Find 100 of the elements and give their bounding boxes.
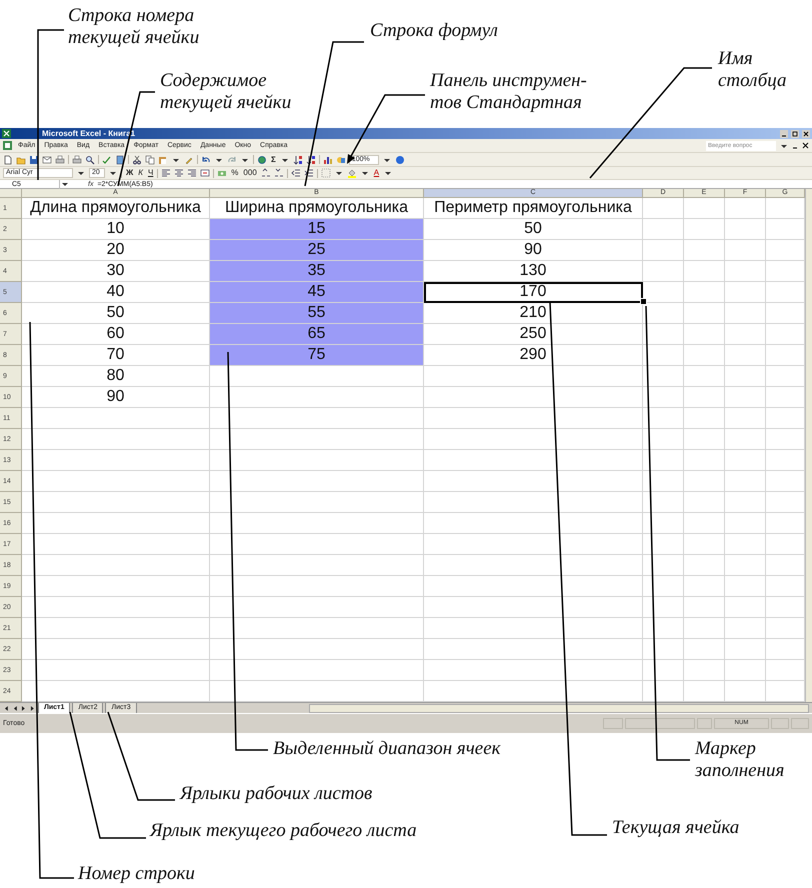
table-cell — [766, 387, 805, 408]
table-cell — [766, 366, 805, 387]
table-cell: 90 — [424, 240, 643, 261]
table-cell: 45 — [210, 282, 424, 303]
horizontal-scrollbar[interactable] — [308, 704, 809, 712]
undo-icon[interactable] — [201, 154, 211, 164]
table-cell — [766, 324, 805, 345]
font-color-button[interactable]: A — [372, 168, 380, 178]
annotation-label: Ярлык текущего рабочего листа — [150, 820, 417, 842]
table-cell — [643, 429, 684, 450]
indent-increase-icon[interactable] — [304, 168, 314, 178]
close-icon[interactable] — [802, 142, 809, 149]
table-cell — [725, 345, 766, 366]
scissors-icon[interactable] — [132, 154, 142, 164]
table-cell — [725, 387, 766, 408]
minimize-icon[interactable] — [780, 130, 788, 138]
table-cell — [766, 555, 805, 576]
table-cell — [766, 198, 805, 219]
table-cell — [766, 450, 805, 471]
vertical-scrollbar[interactable] — [805, 189, 812, 702]
table-cell — [725, 660, 766, 681]
table-cell: 15 — [210, 219, 424, 240]
table-cell — [643, 219, 684, 240]
table-cell — [684, 534, 725, 555]
book-icon[interactable] — [115, 154, 125, 164]
copy-icon[interactable] — [145, 154, 155, 164]
annotation-label: Имя столбца — [718, 48, 786, 92]
table-cell — [684, 429, 725, 450]
table-cell — [643, 345, 684, 366]
table-cell — [725, 471, 766, 492]
maximize-icon[interactable] — [791, 130, 799, 138]
indent-decrease-icon[interactable] — [290, 168, 301, 178]
table-cell: 290 — [424, 345, 643, 366]
autosum-button[interactable]: Σ — [270, 154, 277, 164]
align-right-icon[interactable] — [187, 168, 198, 178]
decrease-decimal-icon[interactable] — [274, 168, 284, 178]
table-cell — [766, 576, 805, 597]
status-panel — [625, 718, 695, 729]
table-cell — [643, 618, 684, 639]
table-cell — [643, 408, 684, 429]
table-cell — [725, 324, 766, 345]
help-icon[interactable] — [394, 154, 405, 164]
table-cell — [684, 639, 725, 660]
table-cell — [684, 261, 725, 282]
underline-button[interactable]: Ч — [146, 168, 154, 178]
globe-icon[interactable] — [257, 154, 267, 164]
sort-ascending-icon[interactable] — [292, 154, 303, 164]
table-cell — [766, 639, 805, 660]
bar-chart-icon[interactable] — [322, 154, 333, 164]
table-cell: 25 — [210, 240, 424, 261]
table-cell — [643, 513, 684, 534]
sort-descending-icon[interactable] — [306, 154, 316, 164]
table-cell — [725, 597, 766, 618]
fill-bucket-icon[interactable] — [346, 168, 357, 178]
table-cell — [643, 492, 684, 513]
increase-decimal-icon[interactable] — [260, 168, 271, 178]
table-cell: Ширина прямоугольника — [210, 198, 424, 219]
merge-cells-icon[interactable] — [200, 168, 210, 178]
table-cell — [684, 240, 725, 261]
thousands-separator-button[interactable]: 000 — [242, 168, 258, 178]
table-cell — [643, 366, 684, 387]
table-cell — [725, 555, 766, 576]
table-cell — [725, 513, 766, 534]
table-cell: 60 — [22, 324, 210, 345]
magnifier-icon[interactable] — [85, 154, 95, 164]
table-cell: 20 — [22, 240, 210, 261]
table-cell — [725, 366, 766, 387]
table-cell: 35 — [210, 261, 424, 282]
table-cell — [766, 492, 805, 513]
table-cell — [766, 219, 805, 240]
table-cell — [643, 387, 684, 408]
table-cell — [766, 597, 805, 618]
envelope-icon[interactable] — [42, 154, 52, 164]
table-cell — [766, 429, 805, 450]
align-left-icon[interactable] — [161, 168, 172, 178]
table-cell — [725, 219, 766, 240]
table-cell — [643, 324, 684, 345]
status-panel — [697, 718, 712, 729]
table-cell — [725, 282, 766, 303]
fill-handle[interactable] — [640, 298, 647, 305]
table-cell — [684, 219, 725, 240]
table-cell: 55 — [210, 303, 424, 324]
align-center-icon[interactable] — [174, 168, 184, 178]
spreadsheet-logo-icon[interactable] — [3, 141, 12, 150]
table-cell — [684, 576, 725, 597]
close-icon[interactable] — [802, 130, 810, 138]
annotation-label: Строка формул — [370, 20, 498, 42]
printer-icon[interactable] — [72, 154, 82, 164]
clipboard-icon[interactable] — [158, 154, 168, 164]
save-icon[interactable] — [29, 154, 39, 164]
spellcheck-icon[interactable] — [102, 154, 112, 164]
bold-button[interactable]: Ж — [125, 168, 134, 178]
table-cell — [684, 366, 725, 387]
table-cell — [766, 534, 805, 555]
printer-icon[interactable] — [55, 154, 65, 164]
italic-button[interactable]: К — [137, 168, 144, 178]
status-panel — [791, 718, 809, 729]
percent-button[interactable]: % — [230, 168, 240, 178]
table-cell — [684, 492, 725, 513]
table-cell: 210 — [424, 303, 643, 324]
